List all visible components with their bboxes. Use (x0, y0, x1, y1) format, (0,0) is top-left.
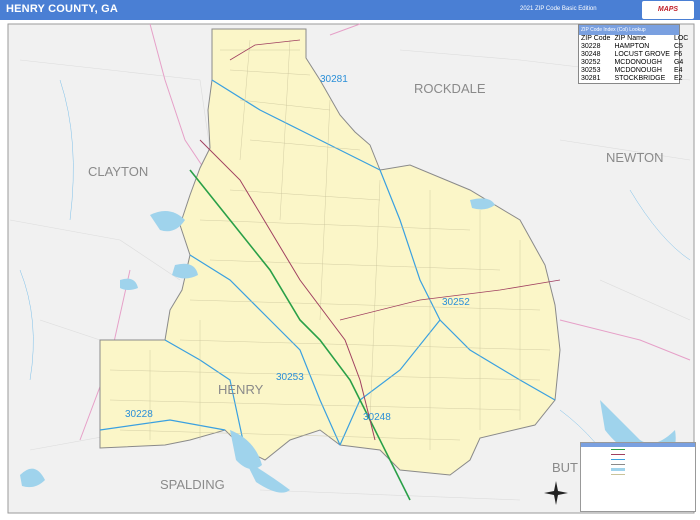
zip-name-cell: MCDONOUGH (614, 67, 662, 74)
county-label-butts: BUT (552, 460, 578, 475)
zip-code-cell: 30228 (581, 43, 601, 50)
table-row: 30248 LOCUST GROVE F6 (579, 51, 690, 59)
zip-name-col-header: ZIP Name (614, 35, 646, 42)
edition-label: 2021 ZIP Code Basic Edition (520, 6, 597, 12)
zip-label-30281: 30281 (320, 74, 348, 85)
zip-table-caption: ZIP Code Index (Col) Lookup (579, 25, 679, 35)
zip-code-index-table: ZIP Code Index (Col) Lookup ZIP Code ZIP… (578, 24, 688, 84)
zip-label-30248: 30248 (363, 412, 391, 423)
map-svg: HENRY CLAYTON ROCKDALE NEWTON SPALDING B… (0, 20, 700, 515)
zip-label-30228: 30228 (125, 409, 153, 420)
zip-label-30253: 30253 (276, 372, 304, 383)
zip-col-header: ZIP Code (581, 35, 611, 42)
table-row: 30253 MCDONOUGH E4 (579, 67, 690, 75)
loc-col-header: LOC (673, 35, 689, 42)
loc-cell: F6 (673, 51, 683, 58)
zip-name-cell: HAMPTON (614, 43, 650, 50)
zip-code-cell: 30248 (581, 51, 601, 58)
legend-row-street (581, 472, 695, 477)
zip-code-cell: 30281 (581, 75, 601, 82)
table-row: 30281 STOCKBRIDGE E2 (579, 75, 690, 83)
map-legend (580, 442, 696, 512)
loc-cell: E2 (673, 75, 683, 82)
zip-code-cell: 30253 (581, 67, 601, 74)
county-label-spalding: SPALDING (160, 477, 225, 492)
county-label-clayton: CLAYTON (88, 164, 148, 179)
zip-name-cell: LOCUST GROVE (614, 51, 670, 58)
county-label-henry: HENRY (218, 382, 264, 397)
county-label-rockdale: ROCKDALE (414, 81, 486, 96)
brand-logo: MAPS (642, 1, 694, 19)
table-row: 30228 HAMPTON C5 (579, 43, 690, 51)
zip-label-30252: 30252 (442, 297, 470, 308)
loc-cell: G4 (673, 59, 684, 66)
loc-cell: C5 (673, 43, 683, 50)
zip-name-cell: MCDONOUGH (614, 59, 662, 66)
map-canvas[interactable]: HENRY CLAYTON ROCKDALE NEWTON SPALDING B… (0, 20, 700, 515)
county-label-newton: NEWTON (606, 150, 664, 165)
zip-code-cell: 30252 (581, 59, 601, 66)
table-row: 30252 MCDONOUGH G4 (579, 59, 690, 67)
loc-cell: E4 (673, 67, 683, 74)
title-bar: HENRY COUNTY, GA 2021 ZIP Code Basic Edi… (0, 0, 700, 20)
compass-rose-icon (544, 481, 568, 505)
zip-name-cell: STOCKBRIDGE (614, 75, 666, 82)
map-title: HENRY COUNTY, GA (6, 3, 118, 15)
